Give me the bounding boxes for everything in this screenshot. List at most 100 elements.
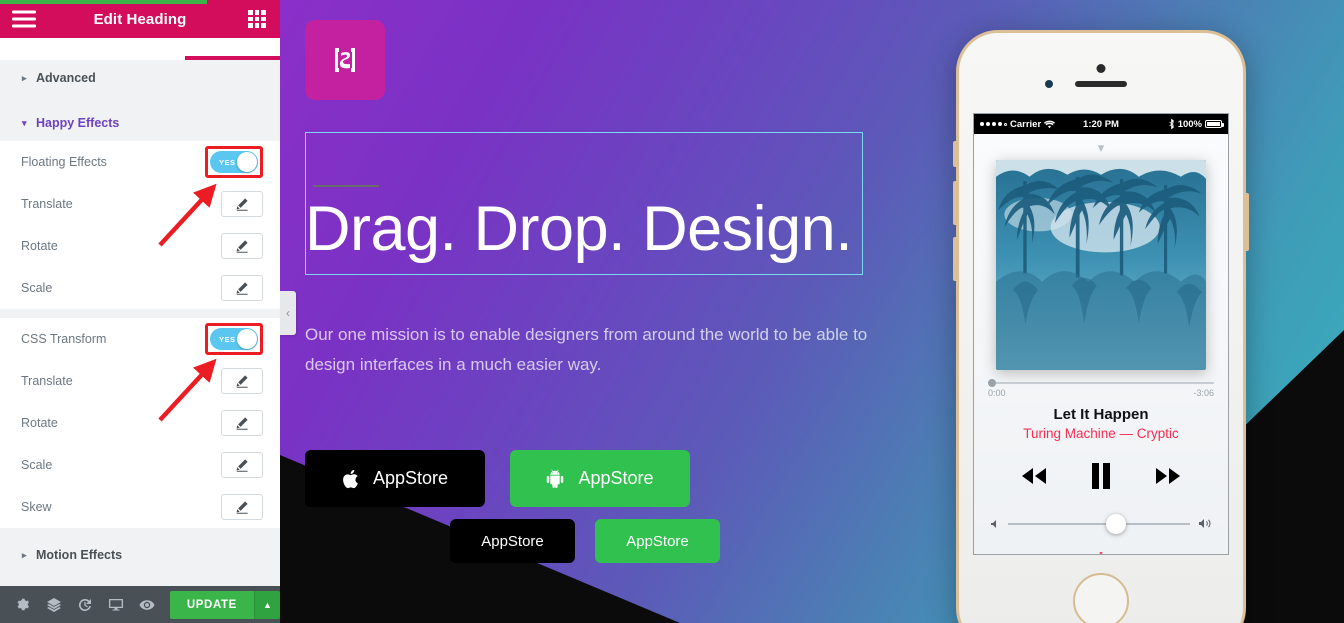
section-happy-effects[interactable]: ▾ Happy Effects xyxy=(0,105,280,141)
android-icon xyxy=(546,469,564,488)
elapsed-time: 0:00 xyxy=(988,388,1006,398)
css-transform-toggle-highlight: YES xyxy=(205,323,263,355)
playback-progress[interactable] xyxy=(988,379,1214,387)
track-artist: Turing Machine — Cryptic xyxy=(1023,426,1179,441)
phone-power-button xyxy=(1245,193,1249,251)
row-rotate: Rotate xyxy=(0,225,280,267)
hamburger-icon[interactable] xyxy=(12,10,36,28)
tab-active-underline xyxy=(185,56,280,60)
row-label: Translate xyxy=(21,374,73,388)
appstore-button-ios[interactable]: AppStore xyxy=(305,450,485,507)
appstore-button-android-small[interactable]: AppStore xyxy=(595,519,720,563)
more-dots-icon[interactable]: ••• xyxy=(1191,550,1210,554)
settings-gear-icon[interactable] xyxy=(8,586,39,623)
row-label: Skew xyxy=(21,500,52,514)
playback-times: 0:00 -3:06 xyxy=(988,388,1214,398)
chevron-right-icon: ▸ xyxy=(22,549,27,560)
row-label: Scale xyxy=(21,458,53,472)
clock-label: 1:20 PM xyxy=(1083,118,1119,130)
edit-pencil-button[interactable] xyxy=(221,494,263,520)
phone-mockup: Carrier 1:20 PM 100% ▾ 0:00 -3:06 Let It… xyxy=(953,30,1249,623)
toggle-knob xyxy=(237,329,257,349)
css-transform-toggle[interactable]: YES xyxy=(210,328,258,350)
progress-knob[interactable] xyxy=(988,379,996,387)
edit-pencil-button[interactable] xyxy=(221,191,263,217)
phone-earpiece xyxy=(1075,81,1127,87)
history-icon[interactable] xyxy=(70,586,101,623)
section-label: Motion Effects xyxy=(36,548,123,562)
track-title: Let It Happen xyxy=(1053,406,1149,423)
preview-eye-icon[interactable] xyxy=(131,586,162,623)
airplay-icon[interactable] xyxy=(1091,547,1111,554)
update-options-button[interactable]: ▲ xyxy=(253,590,281,619)
phone-front-camera xyxy=(1045,80,1053,88)
phone-sensor xyxy=(1096,64,1106,73)
row-label: Rotate xyxy=(21,239,58,253)
panel-header: Edit Heading xyxy=(0,0,280,38)
volume-low-icon xyxy=(991,519,996,528)
divider xyxy=(0,309,280,318)
volume-slider[interactable] xyxy=(990,513,1212,534)
edit-pencil-button[interactable] xyxy=(221,275,263,301)
page-subtitle: Our one mission is to enable designers f… xyxy=(305,325,868,374)
update-button[interactable]: UPDATE xyxy=(169,590,254,619)
edit-pencil-button[interactable] xyxy=(221,368,263,394)
rewind-icon[interactable] xyxy=(1020,467,1048,490)
panel-tab-strip[interactable] xyxy=(0,38,280,60)
section-advanced[interactable]: ▸ Advanced xyxy=(0,60,280,96)
chevron-down-icon[interactable]: ▾ xyxy=(974,134,1228,156)
appstore-button-label: AppStore xyxy=(481,532,544,550)
css-transform-rows: CSS Transform YES Translate Rotate Scale… xyxy=(0,318,280,528)
progress-track xyxy=(988,382,1214,384)
row-label: Scale xyxy=(21,281,53,295)
floating-effects-toggle-highlight: YES xyxy=(205,146,263,178)
toggle-value: YES xyxy=(219,157,236,167)
row-translate: Translate xyxy=(0,183,280,225)
row-css-transform: CSS Transform YES xyxy=(0,318,280,360)
chevron-right-icon: ▸ xyxy=(22,72,27,83)
row-scale: Scale xyxy=(0,444,280,486)
appstore-button-ios-small[interactable]: AppStore xyxy=(450,519,575,563)
pause-icon[interactable] xyxy=(1090,463,1112,494)
heading-accent-dash xyxy=(313,185,379,187)
appstore-button-android[interactable]: AppStore xyxy=(510,450,690,507)
volume-knob[interactable] xyxy=(1106,513,1127,534)
chevron-down-icon: ▾ xyxy=(22,117,27,128)
pencil-icon xyxy=(236,375,248,388)
floating-effects-toggle[interactable]: YES xyxy=(210,151,258,173)
row-floating-effects: Floating Effects YES xyxy=(0,141,280,183)
phone-volume-down xyxy=(953,237,957,281)
player-bottom-row: ••• xyxy=(974,547,1228,554)
page-heading[interactable]: Drag. Drop. Design. xyxy=(305,198,865,261)
fast-forward-icon[interactable] xyxy=(1154,467,1182,490)
appstore-button-label: AppStore xyxy=(372,468,449,488)
pencil-icon xyxy=(236,240,248,253)
editor-canvas: Drag. Drop. Design. Our one mission is t… xyxy=(280,0,1344,623)
happy-effects-rows: Floating Effects YES Translate Rotate Sc… xyxy=(0,141,280,309)
phone-volume-up xyxy=(953,181,957,225)
phone-screen: Carrier 1:20 PM 100% ▾ 0:00 -3:06 Let It… xyxy=(973,113,1229,555)
signal-dots-icon xyxy=(980,122,1007,126)
music-player: ▾ 0:00 -3:06 Let It Happen Turing Machin… xyxy=(974,134,1228,554)
loading-progress-bar xyxy=(0,0,207,4)
pencil-icon xyxy=(236,459,248,472)
logo-glyph-icon xyxy=(335,48,355,72)
edit-pencil-button[interactable] xyxy=(221,452,263,478)
section-label: Advanced xyxy=(36,71,96,85)
edit-pencil-button[interactable] xyxy=(221,233,263,259)
pencil-icon xyxy=(236,282,248,295)
row-label: Floating Effects xyxy=(21,155,107,169)
panel-collapse-handle[interactable]: ‹ xyxy=(280,291,296,335)
app-logo xyxy=(305,20,385,100)
grid-apps-icon[interactable] xyxy=(248,10,266,28)
navigator-layers-icon[interactable] xyxy=(39,586,70,623)
battery-icon xyxy=(1205,120,1224,128)
section-motion-effects[interactable]: ▸ Motion Effects xyxy=(0,537,280,573)
responsive-mode-icon[interactable] xyxy=(100,586,131,623)
edit-pencil-button[interactable] xyxy=(221,410,263,436)
divider xyxy=(0,96,280,105)
appstore-button-label: AppStore xyxy=(626,532,689,550)
section-label: Happy Effects xyxy=(36,116,120,130)
pencil-icon xyxy=(236,417,248,430)
row-rotate: Rotate xyxy=(0,402,280,444)
